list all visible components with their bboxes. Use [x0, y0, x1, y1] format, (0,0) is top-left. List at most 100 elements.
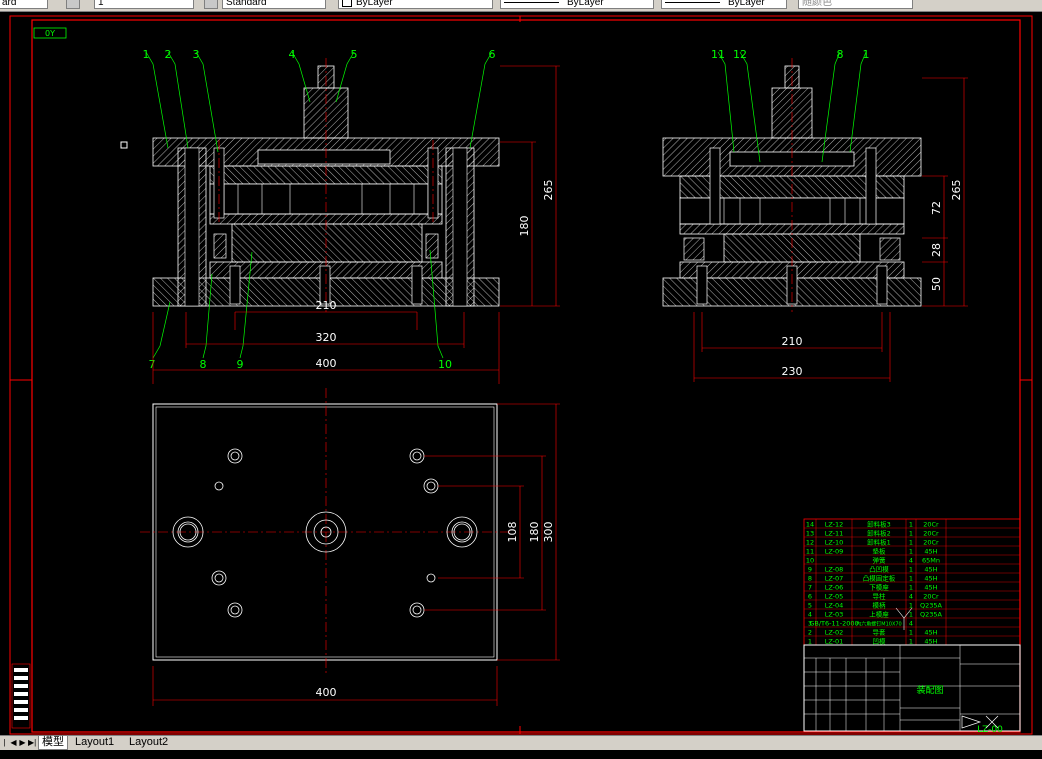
dimstyle-icon[interactable]	[66, 0, 80, 9]
callout-front-8: 8	[200, 358, 207, 371]
bom-cell-name: 凸凹模	[869, 565, 889, 574]
properties-toolbar: ard 1 Standard ByLayer ByLayer ByLayer 随…	[0, 0, 1042, 12]
layer-dropdown[interactable]: ByLayer	[338, 0, 493, 9]
plan-view[interactable]	[140, 388, 512, 676]
textstyle-dropdown[interactable]: Standard	[222, 0, 326, 9]
dim-side-230: 230	[782, 365, 803, 378]
bom-cell-name: 卸料板3	[867, 520, 891, 529]
callout-front-4: 4	[289, 48, 296, 61]
bom-cell-qty: 1	[909, 575, 913, 583]
side-view[interactable]	[662, 58, 922, 312]
lineweight-dropdown-value: ByLayer	[728, 0, 765, 8]
bom-cell-name: 导柱	[873, 592, 887, 601]
ltscale-dropdown-value: 1	[98, 0, 104, 8]
bom-cell-no: 1	[808, 638, 812, 646]
bom-cell-no: 10	[806, 557, 814, 565]
dim-side-210: 210	[782, 335, 803, 348]
bom-cell-mat: 45H	[924, 548, 937, 556]
dim-side-28: 28	[930, 243, 943, 257]
bom-cell-name: 卸料板1	[867, 538, 891, 547]
plotstyle-dropdown[interactable]: 随颜色	[798, 0, 913, 9]
bom-cell-qty: 1	[909, 602, 913, 610]
bom-cell-mat: 45H	[924, 575, 937, 583]
linetype-dropdown[interactable]: ByLayer	[500, 0, 654, 9]
callout-front-6: 6	[489, 48, 496, 61]
model-space-canvas[interactable]: 0Y 1 2 3 4 5 6 7 8 9 10 210 320 400 265 …	[0, 12, 1042, 735]
bom-cell-mat: 20Cr	[923, 530, 939, 538]
bom-cell-code: LZ-05	[825, 593, 844, 601]
layer-strip	[11, 663, 31, 729]
bom-cell-code: LZ-08	[825, 566, 844, 574]
tab-model[interactable]: 模型	[38, 736, 68, 750]
callout-front-1: 1	[143, 48, 150, 61]
bom-cell-no: 8	[808, 575, 812, 583]
bom-cell-name: 弹簧	[873, 556, 887, 565]
callout-front-9: 9	[237, 358, 244, 371]
bom-cell-qty: 1	[909, 638, 913, 646]
bom-cell-name: 模柄	[873, 601, 887, 610]
dim-front-320: 320	[316, 331, 337, 344]
bom-cell-name: 凸模固定板	[863, 574, 896, 583]
tab-nav-prev-icon[interactable]: ◀	[10, 737, 17, 748]
bom-cell-code: GB/T6-11-2000	[809, 620, 858, 628]
tab-nav-next-icon[interactable]: ▶	[19, 737, 26, 748]
bom-cell-code: LZ-07	[825, 575, 844, 583]
callout-front-3: 3	[193, 48, 200, 61]
callout-front-7: 7	[149, 358, 156, 371]
bom-cell-code: LZ-11	[825, 530, 844, 538]
callout-side-11: 11	[711, 48, 725, 61]
drawing-svg[interactable]: 0Y 1 2 3 4 5 6 7 8 9 10 210 320 400 265 …	[0, 12, 1042, 735]
plotstyle-dropdown-value: 随颜色	[802, 0, 832, 8]
dim-front-400: 400	[316, 357, 337, 370]
dim-side-50: 50	[930, 277, 943, 291]
title-block-title: 装配图	[916, 684, 943, 696]
bom-cell-no: 4	[808, 611, 812, 619]
ltscale-dropdown[interactable]: 1	[94, 0, 194, 9]
bom-cell-mat: Q235A	[920, 611, 943, 619]
bom-cell-code: LZ-12	[825, 521, 844, 529]
front-view[interactable]	[152, 58, 500, 312]
bom-cell-no: 9	[808, 566, 812, 574]
textstyle-icon[interactable]	[204, 0, 218, 9]
bom-cell-qty: 1	[909, 530, 913, 538]
lineweight-sample-icon	[665, 1, 720, 3]
tab-layout1[interactable]: Layout1	[72, 736, 117, 749]
bom-cell-mat: 45H	[924, 566, 937, 574]
line-sample-icon	[504, 1, 559, 3]
bom-cell-no: 13	[806, 530, 814, 538]
corner-tag: 0Y	[33, 27, 67, 39]
bom-cell-qty: 4	[909, 593, 913, 601]
callout-side-12: 12	[733, 48, 747, 61]
bom-cell-qty: 1	[909, 611, 913, 619]
bom-cell-no: 5	[808, 602, 812, 610]
tab-layout2[interactable]: Layout2	[126, 736, 171, 749]
bom-cell-qty: 1	[909, 548, 913, 556]
bom-cell-code: LZ-10	[825, 539, 844, 547]
bom-cell-name: 凹模	[873, 637, 887, 646]
bom-cell-name: 下模座	[869, 583, 889, 592]
bom-cell-mat: 20Cr	[923, 521, 939, 529]
tab-nav-last-icon[interactable]: ▶|	[28, 737, 36, 748]
style-dropdown[interactable]: ard	[0, 0, 48, 9]
layer-dropdown-value: ByLayer	[356, 0, 393, 8]
dim-plan-108: 108	[506, 522, 519, 543]
dim-front-180: 180	[518, 216, 531, 237]
bom-cell-qty: 4	[909, 557, 913, 565]
linetype-dropdown-value: ByLayer	[567, 0, 604, 8]
callout-front-10: 10	[438, 358, 452, 371]
bom-cell-code: LZ-02	[825, 629, 844, 637]
lineweight-dropdown[interactable]: ByLayer	[661, 0, 787, 9]
bom-cell-mat: 45H	[924, 584, 937, 592]
bom-cell-no: 11	[806, 548, 814, 556]
corner-tag-text: 0Y	[45, 29, 55, 38]
dim-side-265: 265	[950, 180, 963, 201]
bom-cell-code: LZ-03	[825, 611, 844, 619]
bom-cell-name: 导套	[873, 628, 887, 637]
title-block-drawing-no: LZ-00	[977, 725, 1003, 735]
bom-cell-qty: 1	[909, 566, 913, 574]
tab-nav-first-icon[interactable]: |◀	[1, 737, 8, 758]
callout-side-8: 8	[837, 48, 844, 61]
dim-front-210: 210	[316, 299, 337, 312]
callout-side-1: 1	[863, 48, 870, 61]
bom-cell-name: 垫板	[873, 547, 887, 556]
